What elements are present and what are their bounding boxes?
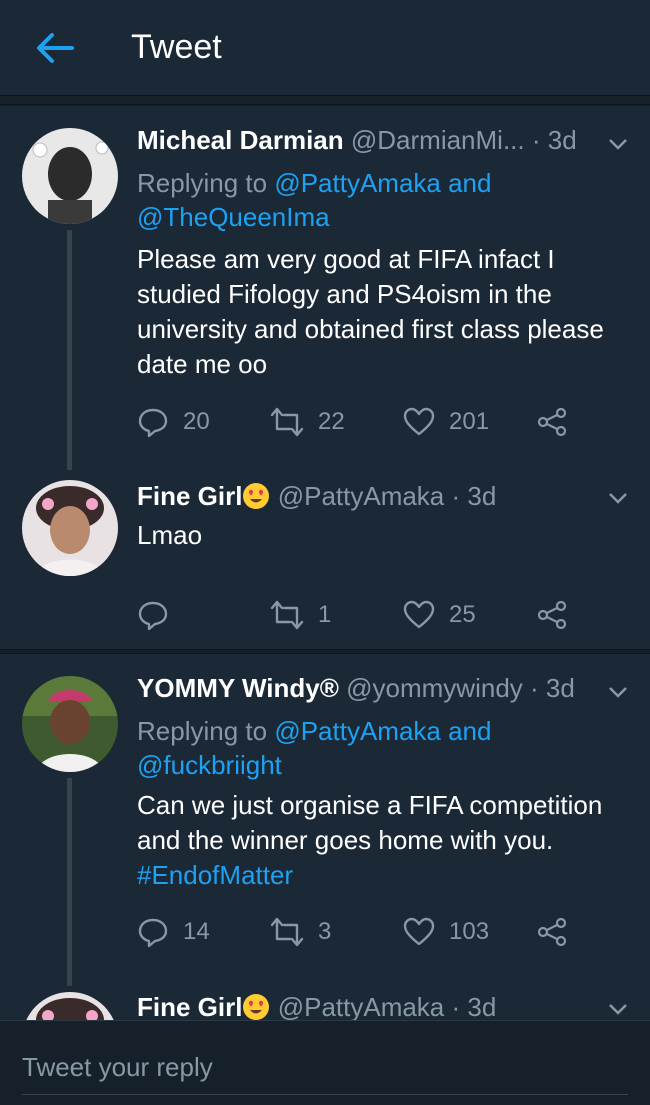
retweet-icon xyxy=(270,600,304,630)
tweet-card[interactable]: YOMMY Windy® @yommywindy · 3d Replying t… xyxy=(0,654,650,1088)
retweet-count: 1 xyxy=(318,601,332,628)
tweet-time: · 3d xyxy=(451,992,497,1022)
author-handle[interactable]: @PattyAmaka xyxy=(278,481,445,511)
reply-icon xyxy=(138,408,168,438)
tweet-time: · 3d xyxy=(531,125,577,155)
author-name[interactable]: Fine Girl xyxy=(137,992,242,1022)
author-handle[interactable]: @PattyAmaka xyxy=(278,992,445,1022)
back-button[interactable] xyxy=(30,26,78,70)
tweet-body: Can we just organise a FIFA competition … xyxy=(137,790,603,855)
reply-icon xyxy=(138,601,168,631)
replying-prefix: Replying to xyxy=(137,168,268,198)
tweet-time: · 3d xyxy=(451,481,497,511)
tweet-header: Fine Girl @PattyAmaka · 3d xyxy=(137,991,580,1023)
reply-mention-link[interactable]: @PattyAmaka and xyxy=(274,168,491,198)
reply-input[interactable] xyxy=(22,1041,628,1095)
retweet-count: 3 xyxy=(318,918,332,945)
retweet-count: 22 xyxy=(318,408,345,435)
share-button[interactable] xyxy=(537,595,581,635)
arrow-left-icon xyxy=(37,33,74,63)
reply-icon xyxy=(138,918,168,948)
tweet-text: Lmao xyxy=(137,520,203,550)
thread-line xyxy=(67,778,72,986)
like-count: 201 xyxy=(449,408,490,435)
like-button[interactable]: 103 xyxy=(403,912,489,952)
like-button[interactable]: 201 xyxy=(403,402,489,442)
heart-eyes-emoji-icon xyxy=(243,483,270,509)
heart-eyes-emoji-icon xyxy=(243,994,270,1020)
tweet-card[interactable]: Micheal Darmian @DarmianMi... · 3d Reply… xyxy=(0,106,650,649)
tweet-actions: 1 25 xyxy=(137,595,637,635)
retweet-icon xyxy=(270,917,304,947)
avatar[interactable] xyxy=(22,676,118,772)
replying-prefix: Replying to xyxy=(137,716,268,746)
chevron-down-icon[interactable] xyxy=(606,997,630,1021)
header-gap xyxy=(0,96,650,105)
reply-count: 20 xyxy=(183,408,210,435)
tweet-header: YOMMY Windy® @yommywindy · 3d xyxy=(137,672,580,704)
reply-button[interactable] xyxy=(137,595,183,635)
avatar[interactable] xyxy=(22,480,118,576)
author-name[interactable]: Fine Girl xyxy=(137,481,242,511)
reply-bar xyxy=(0,1020,650,1105)
tweet-header: Micheal Darmian @DarmianMi... · 3d xyxy=(137,124,580,156)
like-count: 25 xyxy=(449,601,476,628)
heart-icon xyxy=(403,407,435,436)
like-button[interactable]: 25 xyxy=(403,595,476,635)
retweet-button[interactable]: 1 xyxy=(270,595,331,635)
heart-icon xyxy=(403,600,435,629)
tweet-text: Can we just organise a FIFA competition … xyxy=(137,788,637,893)
reply-mention-link[interactable]: @TheQueenIma xyxy=(137,202,330,232)
tweet-time: · 3d xyxy=(530,673,575,703)
reply-count: 14 xyxy=(183,918,210,945)
reply-mention-link[interactable]: @PattyAmaka and xyxy=(274,716,491,746)
retweet-icon xyxy=(270,407,304,437)
thread-line xyxy=(67,230,72,470)
chevron-down-icon[interactable] xyxy=(606,486,630,510)
replying-to: Replying to @PattyAmaka and @TheQueenIma xyxy=(137,166,617,234)
share-button[interactable] xyxy=(537,402,581,442)
like-count: 103 xyxy=(449,918,490,945)
share-button[interactable] xyxy=(537,912,581,952)
share-icon xyxy=(537,407,567,437)
chevron-down-icon[interactable] xyxy=(606,132,630,156)
page-title: Tweet xyxy=(131,28,222,66)
heart-icon xyxy=(403,917,435,946)
reply-button[interactable]: 14 xyxy=(137,912,210,952)
hashtag-link[interactable]: #EndofMatter xyxy=(137,860,293,890)
share-icon xyxy=(537,917,567,947)
retweet-button[interactable]: 3 xyxy=(270,912,331,952)
reply-mention-link[interactable]: @fuckbriight xyxy=(137,750,282,780)
replying-to: Replying to @PattyAmaka and @fuckbriight xyxy=(137,714,617,782)
top-bar: Tweet xyxy=(0,0,650,96)
avatar[interactable] xyxy=(22,128,118,224)
reply-button[interactable]: 20 xyxy=(137,402,210,442)
author-handle[interactable]: @yommywindy xyxy=(346,673,523,703)
tweet-actions: 14 3 103 xyxy=(137,912,637,952)
author-name[interactable]: Micheal Darmian xyxy=(137,125,344,155)
tweet-actions: 20 22 201 xyxy=(137,402,637,442)
retweet-button[interactable]: 22 xyxy=(270,402,345,442)
author-name[interactable]: YOMMY Windy® xyxy=(137,673,339,703)
tweet-header: Fine Girl @PattyAmaka · 3d xyxy=(137,480,580,512)
author-handle[interactable]: @DarmianMi... xyxy=(351,125,525,155)
tweet-text: Please am very good at FIFA infact I stu… xyxy=(137,244,604,379)
chevron-down-icon[interactable] xyxy=(606,680,630,704)
share-icon xyxy=(537,600,567,630)
